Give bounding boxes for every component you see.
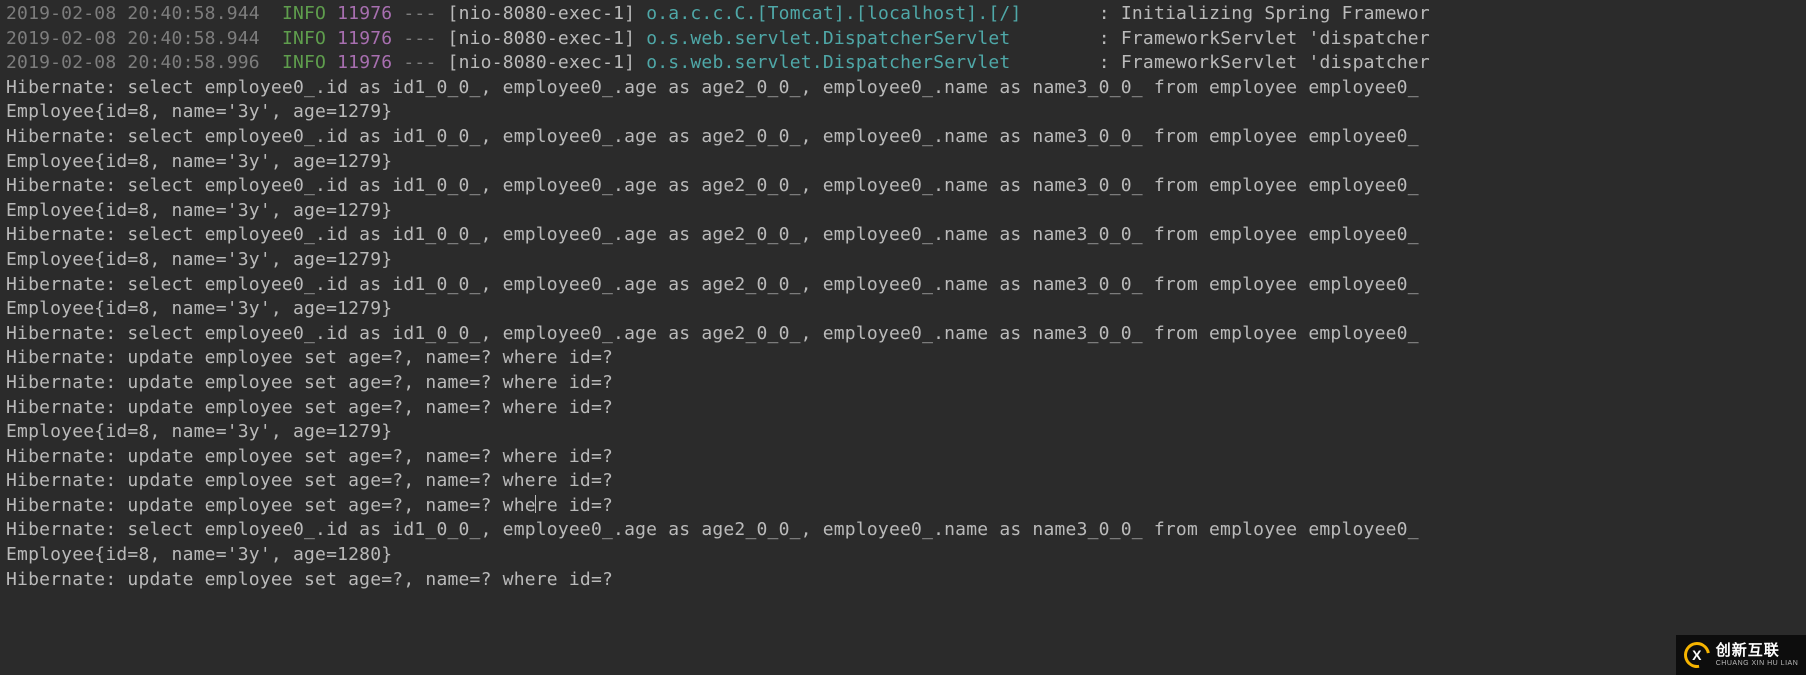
log-line: 2019-02-08 20:40:58.944 INFO 11976 --- […: [6, 27, 1800, 52]
console-line: Employee{id=8, name='3y', age=1279}: [6, 150, 1800, 175]
log-sep: :: [1099, 28, 1110, 49]
console-line: Employee{id=8, name='3y', age=1279}: [6, 100, 1800, 125]
log-pid: 11976: [337, 3, 392, 24]
watermark-text: 创新互联 CHUANG XIN HU LIAN: [1716, 643, 1799, 667]
text-caret: [535, 495, 536, 513]
log-message: FrameworkServlet 'dispatcher: [1110, 28, 1430, 49]
log-sep: :: [1099, 3, 1110, 24]
log-thread: [nio-8080-exec-1]: [448, 3, 636, 24]
console-line: Employee{id=8, name='3y', age=1279}: [6, 297, 1800, 322]
console-line: Employee{id=8, name='3y', age=1279}: [6, 199, 1800, 224]
console-line: Hibernate: select employee0_.id as id1_0…: [6, 223, 1800, 248]
console-line: Hibernate: select employee0_.id as id1_0…: [6, 174, 1800, 199]
log-pid: 11976: [337, 52, 392, 73]
console-line: Hibernate: update employee set age=?, na…: [6, 346, 1800, 371]
watermark-logo-letter: X: [1684, 642, 1710, 668]
console-line: Hibernate: update employee set age=?, na…: [6, 494, 1800, 519]
log-level: INFO: [282, 28, 326, 49]
watermark-text-py: CHUANG XIN HU LIAN: [1716, 660, 1799, 667]
watermark-logo: X: [1684, 642, 1710, 668]
log-dash: ---: [403, 3, 436, 24]
console-line: Hibernate: select employee0_.id as id1_0…: [6, 518, 1800, 543]
console-line: Hibernate: select employee0_.id as id1_0…: [6, 273, 1800, 298]
console-line: Employee{id=8, name='3y', age=1280}: [6, 543, 1800, 568]
log-pad: [1010, 28, 1098, 49]
log-timestamp: 2019-02-08 20:40:58.944: [6, 28, 260, 49]
log-pid: 11976: [337, 28, 392, 49]
log-timestamp: 2019-02-08 20:40:58.996: [6, 52, 260, 73]
log-logger: o.s.web.servlet.DispatcherServlet: [646, 52, 1010, 73]
console-line: Hibernate: select employee0_.id as id1_0…: [6, 76, 1800, 101]
log-level: INFO: [282, 52, 326, 73]
log-timestamp: 2019-02-08 20:40:58.944: [6, 3, 260, 24]
log-message: Initializing Spring Framewor: [1110, 3, 1430, 24]
log-sep: :: [1099, 52, 1110, 73]
log-dash: ---: [403, 28, 436, 49]
log-message: FrameworkServlet 'dispatcher: [1110, 52, 1430, 73]
console-line: Employee{id=8, name='3y', age=1279}: [6, 420, 1800, 445]
log-logger: o.a.c.c.C.[Tomcat].[localhost].[/]: [646, 3, 1021, 24]
log-line: 2019-02-08 20:40:58.944 INFO 11976 --- […: [6, 2, 1800, 27]
watermark-text-zh: 创新互联: [1716, 643, 1799, 658]
log-thread: [nio-8080-exec-1]: [448, 28, 636, 49]
log-thread: [nio-8080-exec-1]: [448, 52, 636, 73]
log-logger: o.s.web.servlet.DispatcherServlet: [646, 28, 1010, 49]
log-pad: [1022, 3, 1099, 24]
console-line: Employee{id=8, name='3y', age=1279}: [6, 248, 1800, 273]
log-line: 2019-02-08 20:40:58.996 INFO 11976 --- […: [6, 51, 1800, 76]
log-dash: ---: [403, 52, 436, 73]
console-line: Hibernate: update employee set age=?, na…: [6, 445, 1800, 470]
console-output[interactable]: 2019-02-08 20:40:58.944 INFO 11976 --- […: [0, 0, 1806, 592]
log-pad: [1010, 52, 1098, 73]
console-line: Hibernate: update employee set age=?, na…: [6, 568, 1800, 593]
console-line: Hibernate: update employee set age=?, na…: [6, 396, 1800, 421]
console-line: Hibernate: select employee0_.id as id1_0…: [6, 125, 1800, 150]
watermark: X 创新互联 CHUANG XIN HU LIAN: [1676, 635, 1806, 675]
console-line: Hibernate: update employee set age=?, na…: [6, 371, 1800, 396]
console-line: Hibernate: select employee0_.id as id1_0…: [6, 322, 1800, 347]
console-line: Hibernate: update employee set age=?, na…: [6, 469, 1800, 494]
log-level: INFO: [282, 3, 326, 24]
